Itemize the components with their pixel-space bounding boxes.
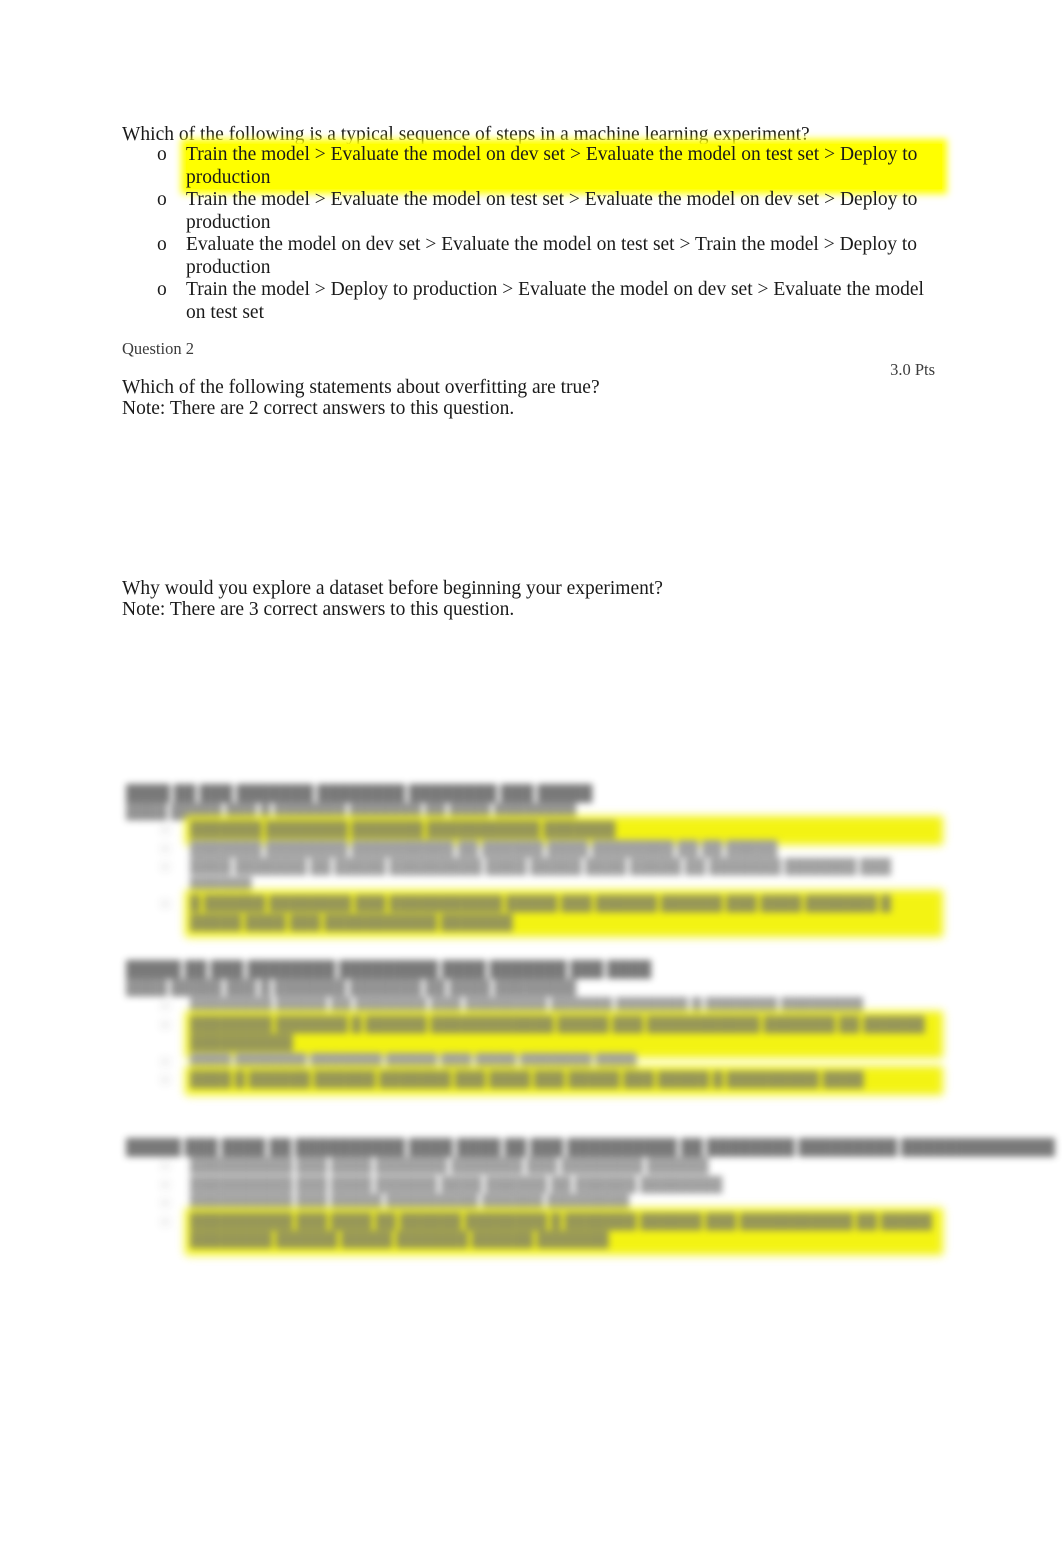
redacted-option-label: ████ ███████ ██ █████ █████████ ████ ███… bbox=[190, 859, 895, 894]
redacted-option-label: ███████ ████████ ██████████ ██ ██████ ██… bbox=[190, 840, 778, 857]
redacted-option-label: █ ██████ ████████ ███ ███████████ █████ … bbox=[190, 895, 938, 932]
redacted-option-checkbox[interactable]: □ bbox=[126, 858, 190, 877]
redacted-option-checkbox[interactable]: □ bbox=[126, 997, 190, 1016]
redacted-question-block-c: █████ ███ ████ ██ ██████████ ████ ████ █… bbox=[126, 1138, 1055, 1250]
option-label: Train the model > Evaluate the model on … bbox=[186, 144, 942, 189]
redacted-option-label: ██████████ ███ ████ ██████ ████ ██████ █… bbox=[190, 1176, 723, 1193]
redacted-option[interactable]: □ ████ ███████ ██ █████ █████████ ████ ██… bbox=[126, 858, 938, 895]
redacted-stem: █████ ██ ███ ████████ █████████ ████ ███… bbox=[126, 961, 652, 978]
redacted-stem: █████ ███ ████ ██ ██████████ ████ ████ █… bbox=[126, 1139, 1055, 1156]
redacted-option-checkbox[interactable]: □ bbox=[126, 840, 190, 859]
redacted-option-label: ██████████ ███ █████ █████████ ██████ ██… bbox=[190, 1195, 630, 1211]
option-bullet-marker: o bbox=[157, 279, 167, 300]
redacted-option-label: ████ █ ██████ ██████ ███████ ███ ████ ██… bbox=[190, 1071, 938, 1090]
redacted-option[interactable]: □ ██████████ ███ ████ ██████ ████ ██████ … bbox=[126, 1176, 938, 1195]
redacted-question-block-b: █████ ██ ███ ████████ █████████ ████ ███… bbox=[126, 960, 938, 1090]
redacted-option-checkbox[interactable]: □ bbox=[126, 821, 190, 840]
redacted-option-checkbox[interactable]: □ bbox=[126, 1176, 190, 1195]
redacted-option-label: ████████ ███████ █ ██████ ████████████ █… bbox=[190, 1015, 938, 1053]
redacted-note: ████ █████ ███ █ ███████ ███████ ██ ████… bbox=[126, 804, 577, 820]
redacted-option-label: ██████████ ███ ████ ███████ ███████ ███ … bbox=[190, 1158, 709, 1174]
question-3-stem: Why would you explore a dataset before b… bbox=[122, 578, 663, 599]
option-label: Train the model > Evaluate the model on … bbox=[186, 189, 918, 233]
question-2-label: Question 2 bbox=[122, 339, 194, 358]
question-2-stem: Which of the following statements about … bbox=[122, 377, 600, 398]
redacted-option[interactable]: □ ██████████ ███ ████ ███████ ███████ ███… bbox=[126, 1157, 938, 1176]
redacted-option[interactable]: □ █ ██████ ████████ ███ ███████████ █████… bbox=[126, 895, 938, 932]
redacted-option-label: ████ ███████ ███████ █████ ███ ████ ████… bbox=[190, 1053, 637, 1070]
redacted-option[interactable]: □ ███████ ████████ ███████ ███████████ ██… bbox=[126, 821, 938, 840]
option-label: Train the model > Deploy to production >… bbox=[186, 279, 924, 323]
redacted-option[interactable]: □ ████ █ ██████ ██████ ███████ ███ ████ █… bbox=[126, 1071, 938, 1090]
option-label: Evaluate the model on dev set > Evaluate… bbox=[186, 234, 918, 278]
document-page: Which of the following is a typical sequ… bbox=[0, 0, 1062, 1556]
option-bullet-marker: o bbox=[157, 144, 167, 165]
question-1-option[interactable]: o Train the model > Evaluate the model on… bbox=[122, 189, 942, 234]
redacted-question-block-a: ████ ██ ███ ███████ ████████ ████████ ██… bbox=[126, 784, 938, 932]
option-bullet-marker: o bbox=[157, 234, 167, 255]
redacted-option-checkbox[interactable]: □ bbox=[126, 1213, 190, 1232]
redacted-option-checkbox[interactable]: □ bbox=[126, 1053, 190, 1072]
question-2-note: Note: There are 2 correct answers to thi… bbox=[122, 398, 515, 419]
redacted-option-label: ████████ █████ ██ ███████ ███ ████████ █… bbox=[190, 998, 864, 1014]
redacted-option-checkbox[interactable]: □ bbox=[126, 1194, 190, 1213]
redacted-option[interactable]: □ ██████████ ███ █████ █████████ ██████ █… bbox=[126, 1194, 938, 1213]
question-1-option[interactable]: o Evaluate the model on dev set > Evaluat… bbox=[122, 234, 942, 279]
option-bullet-marker: o bbox=[157, 189, 167, 210]
question-3-note: Note: There are 3 correct answers to thi… bbox=[122, 599, 515, 620]
redacted-option[interactable]: □ ████████ █████ ██ ███████ ███ ████████ … bbox=[126, 997, 938, 1016]
redacted-option-checkbox[interactable]: □ bbox=[126, 1157, 190, 1176]
redacted-option[interactable]: □ ██████████ ███ ████ ██ ██████ ████████ … bbox=[126, 1212, 938, 1250]
redacted-note: ████ █████ ███ █ ███████ ███████ ██ ████… bbox=[126, 980, 577, 996]
redacted-option[interactable]: □ ████ ███████ ███████ █████ ███ ████ ███… bbox=[126, 1053, 938, 1072]
redacted-stem: ████ ██ ███ ███████ ████████ ████████ ██… bbox=[126, 785, 593, 802]
redacted-option-label: ███████ ████████ ███████ ███████████ ███… bbox=[190, 821, 938, 840]
redacted-option[interactable]: □ ███████ ████████ ██████████ ██ ██████ █… bbox=[126, 840, 938, 859]
redacted-option-checkbox[interactable]: □ bbox=[126, 1016, 190, 1035]
question-1-option[interactable]: o Train the model > Evaluate the model on… bbox=[122, 144, 942, 189]
question-1-option-list: o Train the model > Evaluate the model on… bbox=[122, 144, 942, 324]
redacted-option-checkbox[interactable]: □ bbox=[126, 895, 190, 914]
redacted-option[interactable]: □ ████████ ███████ █ ██████ ████████████ … bbox=[126, 1015, 938, 1053]
question-1-option[interactable]: o Train the model > Deploy to production … bbox=[122, 279, 942, 324]
redacted-option-checkbox[interactable]: □ bbox=[126, 1071, 190, 1090]
redacted-option-label: ██████████ ███ ████ ██ ██████ ████████ █… bbox=[190, 1212, 938, 1250]
